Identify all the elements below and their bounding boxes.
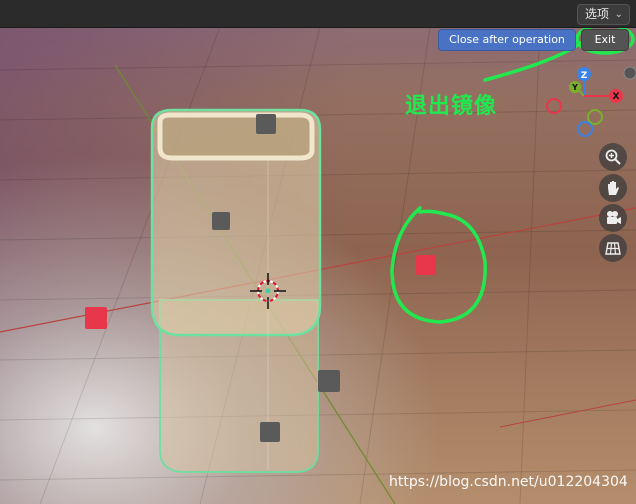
gizmo-y-label: Y (571, 83, 578, 92)
zoom-in-icon[interactable] (599, 143, 627, 171)
annotation-empty-circle (390, 206, 487, 324)
gizmo-x-label: X (613, 92, 620, 102)
header-bar: 选项 ⌄ (0, 0, 636, 28)
options-dropdown[interactable]: 选项 ⌄ (576, 4, 630, 25)
scene-overlay: Z Y X (0, 23, 636, 504)
exit-button[interactable]: Exit (581, 29, 629, 51)
annotation-text: 退出镜像 (405, 94, 498, 119)
close-after-operation-button[interactable]: Close after operation (438, 29, 576, 51)
camera-icon[interactable] (599, 204, 627, 232)
chevron-down-icon: ⌄ (614, 9, 623, 20)
gizmo-z-label: Z (581, 71, 588, 81)
orientation-gizmo: Z Y X (546, 67, 623, 137)
hand-icon[interactable] (599, 174, 627, 202)
watermark: https://blog.csdn.net/u012204304 (389, 474, 628, 490)
options-label: 选项 (584, 7, 609, 21)
grid-icon[interactable] (599, 234, 627, 262)
